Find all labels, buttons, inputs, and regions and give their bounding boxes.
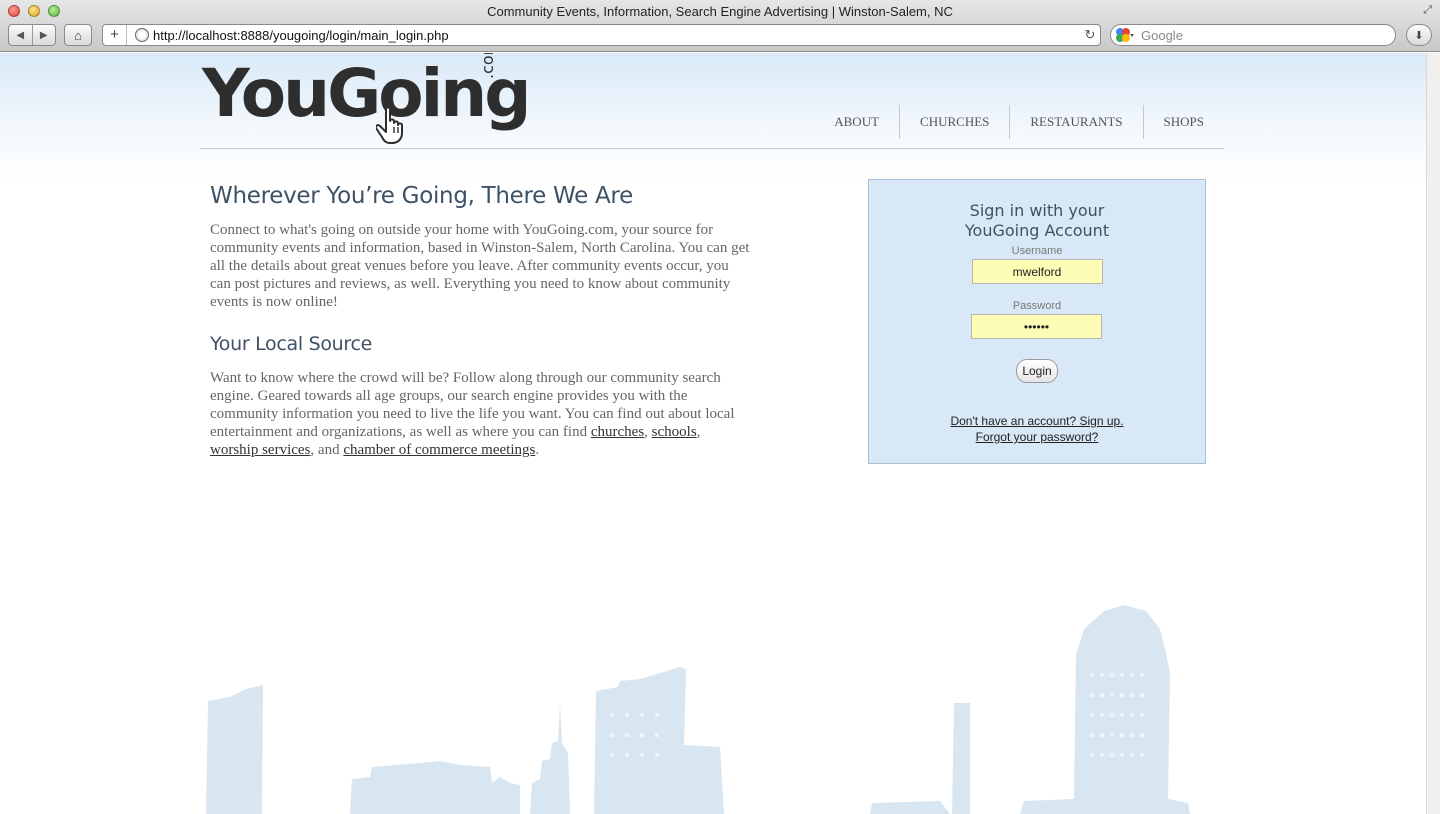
google-icon[interactable] <box>1115 27 1137 43</box>
separator: , <box>696 424 701 440</box>
site-logo[interactable]: YouGoing .com <box>202 53 531 149</box>
site-header: YouGoing .com ABOUT CHURCHES RESTAURANTS… <box>200 53 1224 149</box>
add-bookmark-icon[interactable]: + <box>103 25 127 45</box>
window-title: Community Events, Information, Search En… <box>487 4 953 19</box>
browser-chrome: Community Events, Information, Search En… <box>0 0 1440 52</box>
city-skyline-illustration <box>206 605 1190 814</box>
forgot-password-link[interactable]: Forgot your password? <box>869 429 1205 445</box>
address-bar[interactable]: + http://localhost:8888/yougoing/login/m… <box>102 24 1101 46</box>
web-page: YouGoing .com ABOUT CHURCHES RESTAURANTS… <box>0 53 1426 814</box>
scrollbar[interactable] <box>1426 53 1440 814</box>
history-buttons: ◀ ▶ <box>8 24 56 46</box>
downloads-button[interactable]: ⬇ <box>1406 24 1432 46</box>
chamber-of-commerce-link[interactable]: chamber of commerce meetings <box>343 442 535 458</box>
title-bar: Community Events, Information, Search En… <box>0 0 1440 22</box>
username-label: Username <box>1011 245 1063 257</box>
churches-link[interactable]: churches <box>591 424 644 440</box>
period: . <box>535 442 540 458</box>
login-button[interactable]: Login <box>1016 359 1058 383</box>
forward-button[interactable]: ▶ <box>31 25 56 45</box>
pointer-hand-icon <box>376 106 403 144</box>
login-panel: Sign in with your YouGoing Account Usern… <box>868 179 1206 464</box>
worship-services-link[interactable]: worship services <box>210 442 310 458</box>
globe-icon <box>135 28 149 42</box>
login-title-line2: YouGoing Account <box>964 221 1110 240</box>
nav-about[interactable]: ABOUT <box>814 105 899 139</box>
login-title: Sign in with your YouGoing Account <box>869 201 1205 241</box>
account-links: Don't have an account? Sign up. Forgot y… <box>869 413 1205 445</box>
logo-suffix: .com <box>478 53 497 79</box>
login-title-line1: Sign in with your <box>969 201 1105 220</box>
local-source-paragraph: Want to know where the crowd will be? Fo… <box>210 369 750 459</box>
schools-link[interactable]: schools <box>652 424 697 440</box>
fullscreen-icon[interactable]: ⤢ <box>1423 4 1432 17</box>
home-button[interactable]: ⌂ <box>64 24 92 46</box>
section-heading: Your Local Source <box>210 333 373 355</box>
nav-restaurants[interactable]: RESTAURANTS <box>1009 105 1142 139</box>
nav-shops[interactable]: SHOPS <box>1142 105 1224 139</box>
username-field[interactable] <box>971 259 1103 284</box>
nav-churches[interactable]: CHURCHES <box>899 105 1009 139</box>
back-button[interactable]: ◀ <box>9 25 32 45</box>
signup-link[interactable]: Don't have an account? Sign up. <box>869 413 1205 429</box>
url-text[interactable]: http://localhost:8888/yougoing/login/mai… <box>153 28 1080 43</box>
main-nav: ABOUT CHURCHES RESTAURANTS SHOPS <box>814 105 1224 139</box>
separator: , <box>644 424 652 440</box>
separator: , and <box>310 442 344 458</box>
reload-icon[interactable]: ↻ <box>1080 27 1100 43</box>
browser-toolbar: ◀ ▶ ⌂ + http://localhost:8888/yougoing/l… <box>0 23 1440 49</box>
page-heading: Wherever You’re Going, There We Are <box>210 183 633 209</box>
main-content: Wherever You’re Going, There We Are Conn… <box>210 183 750 459</box>
search-placeholder: Google <box>1141 27 1183 43</box>
password-field[interactable] <box>971 314 1102 339</box>
password-label: Password <box>1012 300 1062 312</box>
search-field[interactable]: Google <box>1110 24 1396 46</box>
intro-paragraph: Connect to what's going on outside your … <box>210 222 750 310</box>
